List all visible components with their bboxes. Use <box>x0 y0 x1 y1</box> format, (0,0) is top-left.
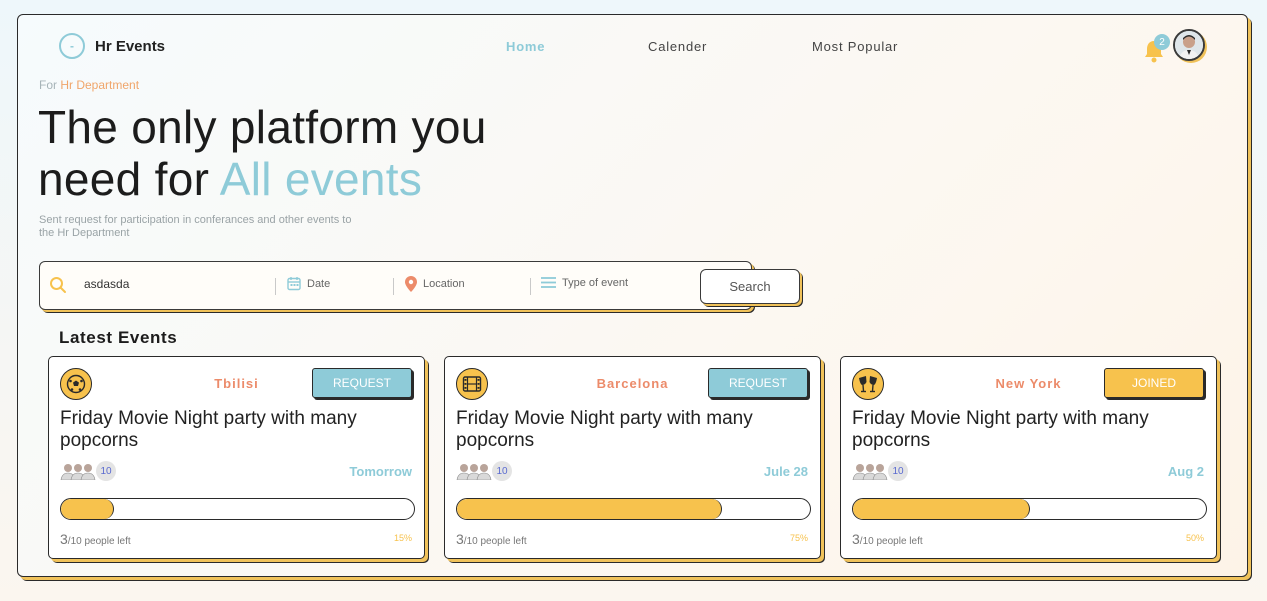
nav-home[interactable]: Home <box>506 39 545 54</box>
people-total: /10 people left <box>67 536 131 547</box>
avatar-image <box>1175 31 1203 59</box>
progress-fill <box>61 499 114 519</box>
progress-fill <box>457 499 722 519</box>
hero-subtitle: Sent request for participation in confer… <box>39 214 352 239</box>
search-icon <box>50 277 66 293</box>
people-filled: 3 <box>852 531 860 547</box>
people-left: 3/10 people left <box>852 531 923 547</box>
divider <box>393 278 394 295</box>
hero-line2-prefix: need for <box>38 153 220 205</box>
people-total: /10 people left <box>859 536 923 547</box>
type-filter[interactable]: Type of event <box>541 276 628 289</box>
people-total: /10 people left <box>463 536 527 547</box>
search-button[interactable]: Search <box>700 269 800 304</box>
date-label: Date <box>307 277 331 290</box>
progress-bar <box>60 498 415 520</box>
participants: 10 <box>852 461 908 481</box>
nav-calender[interactable]: Calender <box>648 39 707 54</box>
progress-percent: 15% <box>393 533 412 543</box>
event-title: Friday Movie Night party with many popco… <box>60 408 357 451</box>
date-filter[interactable]: Date <box>287 276 330 291</box>
event-card[interactable]: Barcelona REQUEST Friday Movie Night par… <box>444 356 821 559</box>
people-filled: 3 <box>456 531 464 547</box>
eyebrow: For Hr Department <box>39 78 139 92</box>
participant-count: 10 <box>492 461 512 481</box>
request-button[interactable]: REQUEST <box>708 368 808 398</box>
location-label: Location <box>423 278 465 290</box>
search-input[interactable] <box>84 277 264 291</box>
event-date: Aug 2 <box>1167 464 1204 479</box>
progress-percent: 50% <box>1185 533 1204 543</box>
location-pin-icon <box>405 276 417 292</box>
event-date: Jule 28 <box>763 464 808 479</box>
event-card[interactable]: Tbilisi REQUEST Friday Movie Night party… <box>48 356 425 559</box>
event-title: Friday Movie Night party with many popco… <box>852 408 1149 451</box>
person-icon <box>80 464 96 480</box>
progress-fill <box>853 499 1030 519</box>
logo[interactable]: - Hr Events <box>59 33 165 59</box>
participant-count: 10 <box>888 461 908 481</box>
participants: 10 <box>456 461 512 481</box>
notification-badge: 2 <box>1154 34 1170 50</box>
participant-count: 10 <box>96 461 116 481</box>
eyebrow-prefix: For <box>39 78 61 92</box>
type-label: Type of event <box>562 276 629 289</box>
participants: 10 <box>60 461 116 481</box>
menu-lines-icon <box>541 277 556 288</box>
eyebrow-highlight: Hr Department <box>60 78 140 92</box>
event-title: Friday Movie Night party with many popco… <box>456 408 753 451</box>
request-button[interactable]: REQUEST <box>312 368 412 398</box>
search-bar: Date Location Type of event <box>39 261 752 310</box>
progress-percent: 75% <box>789 533 808 543</box>
app-name: Hr Events <box>95 37 166 55</box>
event-date: Tomorrow <box>349 464 412 479</box>
divider <box>275 278 276 295</box>
divider <box>530 278 531 295</box>
calendar-icon <box>287 277 301 291</box>
nav-most-popular[interactable]: Most Popular <box>812 39 898 54</box>
hero-accent: All events <box>219 153 423 205</box>
avatar[interactable] <box>1173 29 1205 61</box>
joined-button[interactable]: JOINED <box>1104 368 1204 398</box>
hero-title: The only platform you need for All event… <box>38 101 487 205</box>
people-left: 3/10 people left <box>60 531 131 547</box>
progress-bar <box>852 498 1207 520</box>
hero-line1: The only platform you <box>38 101 487 153</box>
person-icon <box>476 464 492 480</box>
people-left: 3/10 people left <box>456 531 527 547</box>
section-title: Latest Events <box>59 328 178 347</box>
logo-icon: - <box>59 33 85 59</box>
people-filled: 3 <box>60 531 68 547</box>
person-icon <box>872 464 888 480</box>
event-card[interactable]: New York JOINED Friday Movie Night party… <box>840 356 1217 559</box>
progress-bar <box>456 498 811 520</box>
app-frame: - Hr Events Home Calender Most Popular 2… <box>17 14 1248 577</box>
location-filter[interactable]: Location <box>405 276 465 292</box>
